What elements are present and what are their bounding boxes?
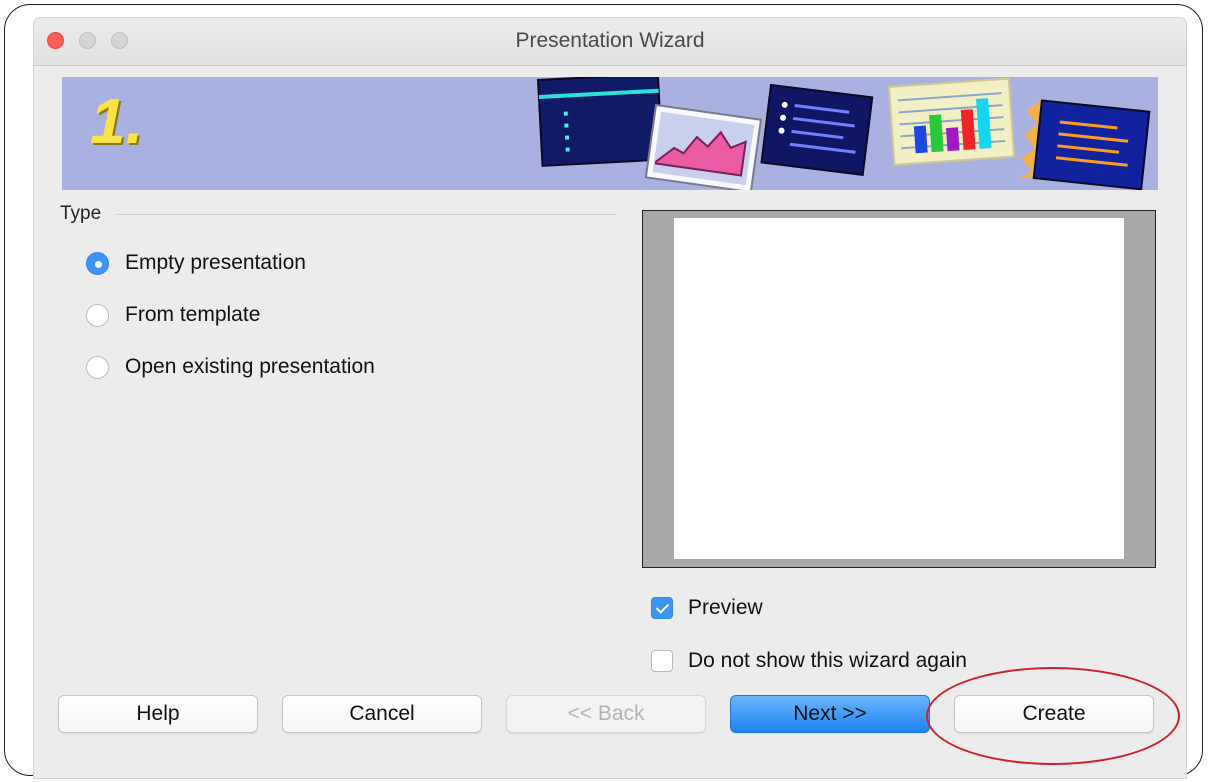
type-section-divider [116,214,616,215]
radio-unselected-icon[interactable] [86,303,109,327]
help-button[interactable]: Help [58,695,258,733]
radio-option-from-template[interactable]: From template [86,300,260,330]
back-button[interactable]: << Back [506,695,706,733]
checked-checkbox-icon[interactable] [651,597,673,619]
radio-selected-icon[interactable] [86,251,109,275]
slide-templates-illustration [536,77,1151,190]
radio-label-empty-presentation: Empty presentation [125,251,306,274]
type-section-label: Type [60,203,102,224]
do-not-show-checkbox-row[interactable]: Do not show this wizard again [651,646,967,676]
next-button[interactable]: Next >> [730,695,930,733]
preview-panel [642,210,1156,568]
radio-label-from-template: From template [125,303,261,326]
window-title: Presentation Wizard [515,29,705,52]
create-button[interactable]: Create [954,695,1154,733]
preview-checkbox-label: Preview [688,596,763,619]
do-not-show-checkbox-label: Do not show this wizard again [688,649,967,672]
step-number: 1. [90,85,144,157]
title-bar[interactable]: Presentation Wizard [34,18,1186,66]
radio-label-open-existing-presentation: Open existing presentation [125,355,375,378]
radio-option-empty-presentation[interactable]: Empty presentation [86,248,306,278]
unchecked-checkbox-icon[interactable] [651,650,673,672]
radio-option-open-existing-presentation[interactable]: Open existing presentation [86,352,375,382]
preview-checkbox-row[interactable]: Preview [651,593,763,623]
cancel-button[interactable]: Cancel [282,695,482,733]
radio-unselected-icon[interactable] [86,355,109,379]
wizard-banner: 1. [62,77,1158,190]
preview-page [674,218,1124,559]
presentation-wizard-window: Presentation Wizard 1. Type Empty presen… [34,18,1186,778]
